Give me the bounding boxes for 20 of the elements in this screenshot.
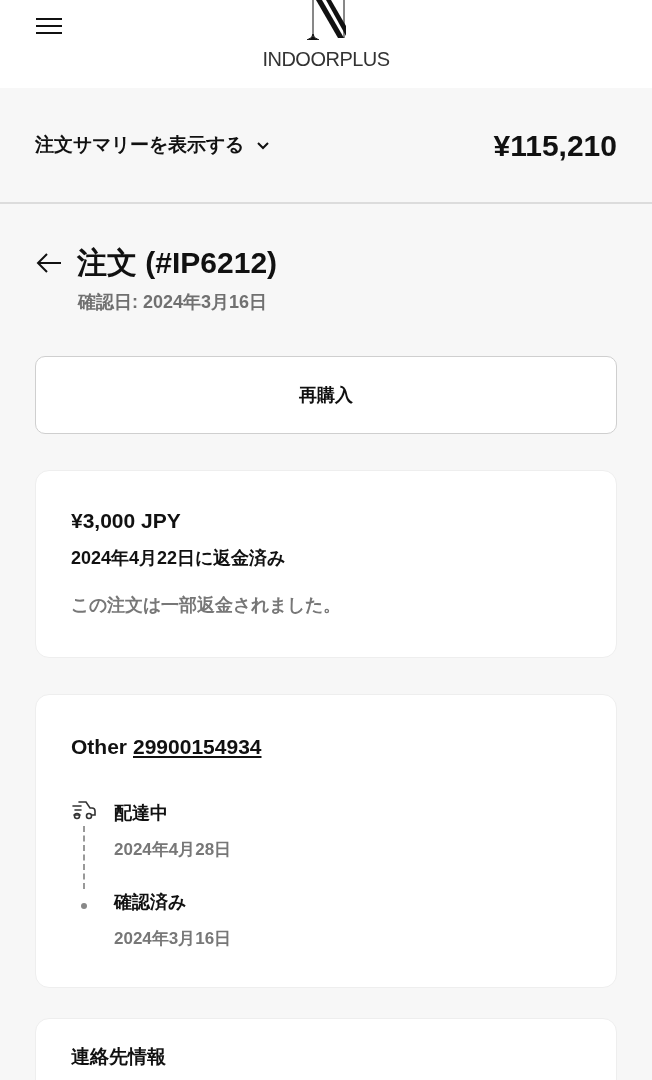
event-date: 2024年4月28日 (114, 839, 232, 861)
summary-toggle[interactable]: 注文サマリーを表示する (35, 130, 270, 160)
contact-title: 連絡先情報 (71, 1046, 166, 1067)
event-status: 配達中 (114, 802, 169, 825)
back-arrow-icon[interactable] (35, 250, 63, 275)
event-status: 確認済み (114, 890, 187, 914)
logo-icon (306, 0, 346, 40)
chevron-icon (256, 140, 270, 150)
reorder-button[interactable]: 再購入 (35, 356, 617, 434)
refund-date: 2024年4月22日に返金済み (71, 546, 287, 570)
truck-icon (71, 800, 97, 822)
refund-amount: ¥3,000 JPY (71, 508, 182, 534)
brand-name: INDOORPLUS (262, 47, 390, 72)
order-total: ¥115,210 (493, 127, 617, 164)
carrier-name: Other (71, 733, 127, 760)
confirmed-date: 確認日: 2024年3月16日 (78, 291, 269, 314)
tracking-link[interactable]: 29900154934 (133, 730, 262, 762)
refund-note: この注文は一部返金されました。 (71, 593, 342, 617)
event-date: 2024年3月16日 (114, 927, 232, 950)
order-title: 注文 (#IP6212) (77, 245, 278, 281)
